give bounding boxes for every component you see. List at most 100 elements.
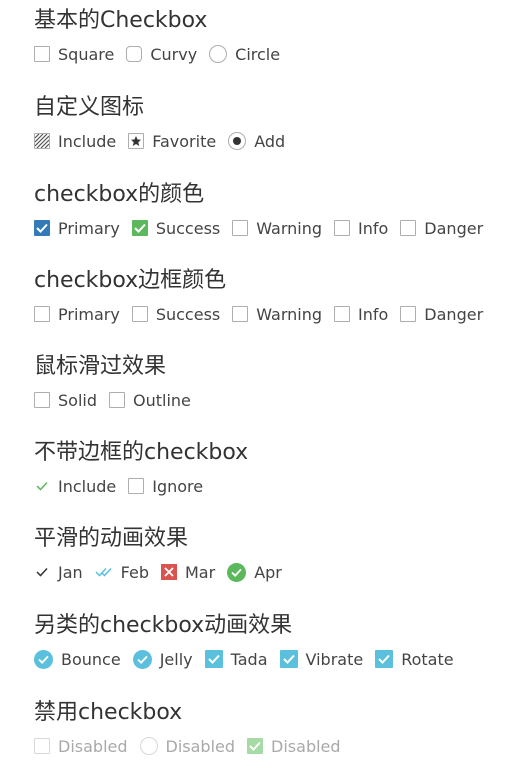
checkbox-solid[interactable]: Solid [34, 389, 97, 411]
checkbox-primary[interactable]: Primary [34, 217, 120, 239]
checkbox-jelly[interactable]: Jelly [132, 648, 193, 670]
checkbox-label: Apr [254, 562, 282, 582]
checkbox-label: Square [58, 44, 115, 64]
section-title: 不带边框的checkbox [34, 440, 249, 465]
checkbox-row: Jan Feb Mar Apr [34, 561, 294, 583]
checkbox-box [34, 738, 50, 754]
section-title: 平滑的动画效果 [34, 526, 189, 551]
checkbox-label: Disabled [165, 736, 236, 756]
checkbox-success[interactable]: Success [131, 303, 221, 325]
checkbox-label: Vibrate [305, 649, 364, 669]
section-smooth: 平滑的动画效果 Jan Feb Mar Apr [34, 526, 282, 582]
checkbox-box[interactable] [209, 45, 228, 63]
checkbox-box[interactable] [400, 306, 417, 322]
checkbox-label: Favorite [152, 131, 217, 151]
check-icon[interactable] [375, 650, 394, 668]
checkbox-label: Curvy [150, 44, 198, 64]
checkbox-include[interactable]: Include [34, 130, 116, 152]
checkbox-favorite[interactable]: Favorite [128, 130, 216, 152]
checkbox-box[interactable] [34, 392, 50, 408]
section-title: 自定义图标 [34, 95, 145, 120]
checkbox-box[interactable] [232, 220, 249, 236]
star-icon[interactable] [128, 133, 145, 149]
checkbox-bounce[interactable]: Bounce [34, 648, 121, 670]
checkbox-circle[interactable]: Circle [209, 43, 280, 65]
checkbox-row: Disabled Disabled Disabled [34, 735, 353, 757]
checkbox-disabled-circle: Disabled [139, 735, 236, 757]
checkbox-label: Jelly [159, 649, 193, 669]
check-circle-icon[interactable] [34, 649, 53, 669]
check-circle-icon[interactable] [132, 649, 152, 669]
checkbox-box[interactable] [334, 220, 351, 236]
check-icon[interactable] [279, 650, 298, 668]
checkbox-box[interactable] [126, 46, 143, 62]
checkbox-warning[interactable]: Warning [232, 303, 322, 325]
close-icon[interactable] [161, 564, 177, 580]
section-colors: checkbox的颜色 Primary Success Warning Info… [34, 182, 483, 238]
checkbox-row: Include Ignore [34, 475, 215, 497]
checkbox-mar[interactable]: Mar [161, 561, 215, 583]
checkbox-row: Solid Outline [34, 389, 203, 411]
checkbox-square[interactable]: Square [34, 43, 114, 65]
check-icon[interactable] [204, 650, 223, 668]
radio-dot-icon[interactable] [228, 132, 247, 150]
checkbox-include[interactable]: Include [34, 475, 116, 497]
checkbox-label: Primary [58, 304, 120, 324]
checkbox-label: Circle [235, 44, 281, 64]
checkbox-box[interactable] [334, 306, 351, 322]
section-borderless: 不带边框的checkbox Include Ignore [34, 440, 249, 496]
checkbox-label: Danger [424, 218, 484, 238]
checkbox-add[interactable]: Add [228, 130, 285, 152]
checkbox-box[interactable] [34, 306, 50, 322]
checkbox-info[interactable]: Info [334, 217, 388, 239]
section-title: 禁用checkbox [34, 700, 183, 725]
checkbox-warning[interactable]: Warning [232, 217, 322, 239]
checkbox-label: Primary [58, 218, 120, 238]
checkbox-outline[interactable]: Outline [109, 389, 191, 411]
checkbox-box[interactable] [109, 392, 125, 408]
checkbox-row: Bounce Jelly Tada Vibrate Rotate [34, 648, 466, 670]
checkbox-box[interactable] [34, 46, 50, 62]
checkbox-box[interactable] [232, 306, 249, 322]
checkbox-box[interactable] [400, 220, 417, 236]
checkbox-info[interactable]: Info [334, 303, 388, 325]
checkbox-rotate[interactable]: Rotate [375, 648, 454, 670]
checkbox-feb[interactable]: Feb [95, 561, 149, 583]
check-icon[interactable] [34, 220, 50, 236]
check-icon[interactable] [131, 220, 148, 236]
checkbox-box[interactable] [131, 306, 148, 322]
checkbox-vibrate[interactable]: Vibrate [279, 648, 364, 670]
checkbox-success[interactable]: Success [131, 217, 220, 239]
checkbox-box[interactable] [128, 478, 145, 494]
checkbox-primary[interactable]: Primary [34, 303, 120, 325]
checkbox-danger[interactable]: Danger [400, 217, 483, 239]
hatched-box-icon[interactable] [34, 133, 50, 149]
checkbox-apr[interactable]: Apr [227, 561, 282, 583]
section-title: 鼠标滑过效果 [34, 354, 167, 379]
check-icon[interactable] [34, 564, 50, 580]
check-icon[interactable] [34, 478, 50, 494]
checkbox-label: Warning [256, 218, 323, 238]
section-title: checkbox的颜色 [34, 182, 205, 207]
section-title: 基本的Checkbox [34, 8, 208, 33]
checkbox-disabled-square: Disabled [34, 735, 128, 757]
checkbox-jan[interactable]: Jan [34, 561, 83, 583]
checkbox-label: Rotate [401, 649, 454, 669]
checkbox-ignore[interactable]: Ignore [128, 475, 203, 497]
checkbox-label: Feb [120, 562, 149, 582]
checkbox-curvy[interactable]: Curvy [126, 43, 197, 65]
section-disabled: 禁用checkbox Disabled Disabled Disabled [34, 700, 341, 756]
checkbox-danger[interactable]: Danger [400, 303, 483, 325]
checkbox-row: Square Curvy Circle [34, 43, 292, 65]
double-check-icon[interactable] [95, 564, 113, 580]
check-circle-icon[interactable] [227, 562, 247, 582]
checkbox-tada[interactable]: Tada [204, 648, 268, 670]
checkbox-disabled-checked: Disabled [247, 735, 341, 757]
checkbox-label: Include [58, 131, 117, 151]
checkbox-label: Include [58, 476, 117, 496]
section-hover: 鼠标滑过效果 Solid Outline [34, 354, 191, 410]
checkbox-label: Solid [58, 390, 97, 410]
checkbox-label: Warning [256, 304, 323, 324]
checkbox-label: Disabled [58, 736, 128, 756]
checkbox-label: Success [155, 304, 221, 324]
